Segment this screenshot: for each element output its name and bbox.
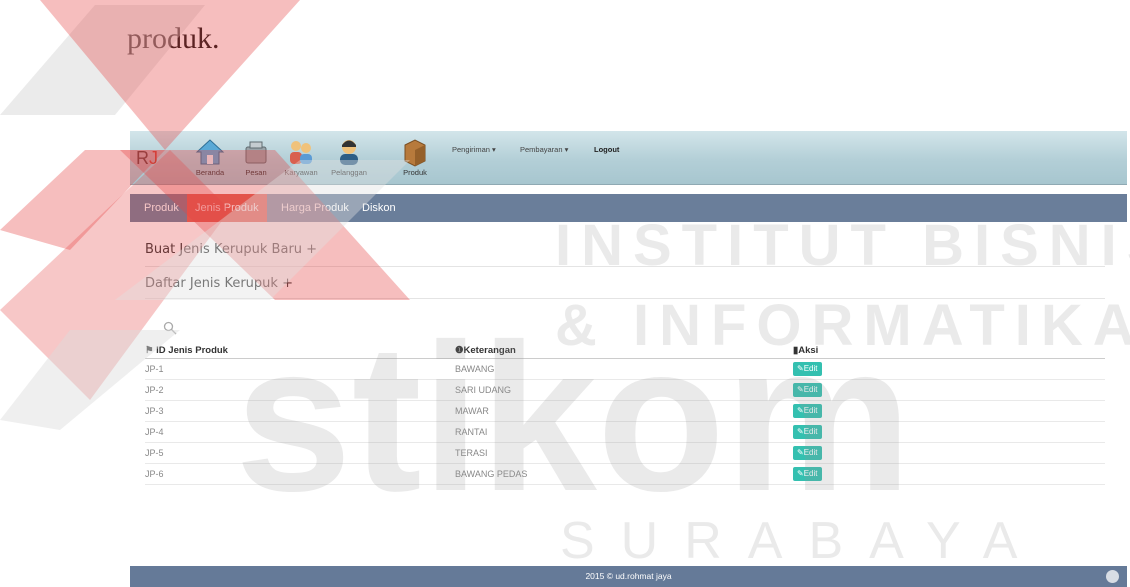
flag-icon: ⚑ bbox=[145, 345, 157, 356]
order-icon bbox=[245, 141, 267, 164]
cell-keterangan: TERASI bbox=[455, 442, 793, 464]
pencil-icon: ✎ bbox=[797, 364, 804, 373]
edit-label: Edit bbox=[803, 385, 818, 394]
footer: 2015 © ud.rohmat jaya bbox=[130, 566, 1127, 587]
cell-keterangan: RANTAI bbox=[455, 421, 793, 443]
product-box-icon bbox=[404, 139, 426, 167]
table-row: JP-4 RANTAI ✎Edit bbox=[145, 421, 1105, 443]
edit-label: Edit bbox=[803, 364, 818, 373]
edit-label: Edit bbox=[803, 469, 818, 478]
table-row: JP-5 TERASI ✎Edit bbox=[145, 442, 1105, 464]
cell-keterangan: BAWANG PEDAS bbox=[455, 463, 793, 485]
table-row: JP-1 BAWANG ✎Edit bbox=[145, 358, 1105, 380]
jenis-produk-table: ⚑ ID Jenis Produk ❶Keterangan ▮Aksi JP-1… bbox=[145, 343, 1105, 485]
edit-button[interactable]: ✎Edit bbox=[793, 425, 822, 439]
brand-logo[interactable]: RJ bbox=[136, 148, 158, 169]
logout-link[interactable]: Logout bbox=[594, 145, 619, 154]
edit-label: Edit bbox=[803, 448, 818, 457]
employees-icon bbox=[290, 141, 312, 164]
create-jenis-link[interactable]: Buat Jenis Kerupuk Baru + bbox=[145, 242, 317, 257]
nav-produk[interactable]: Produk bbox=[387, 135, 443, 181]
pencil-icon: ✎ bbox=[797, 406, 804, 415]
cell-id: JP-6 bbox=[145, 463, 455, 485]
pencil-icon: ✎ bbox=[797, 385, 804, 394]
edit-button[interactable]: ✎Edit bbox=[793, 467, 822, 481]
tab-diskon[interactable]: Diskon bbox=[354, 194, 404, 222]
cell-id: JP-1 bbox=[145, 358, 455, 380]
pembayaran-dropdown[interactable]: Pembayaran ▾ bbox=[520, 145, 568, 154]
col-header-label: Keterangan bbox=[463, 345, 516, 356]
col-header-label: ID Jenis Produk bbox=[156, 345, 228, 356]
cell-id: JP-5 bbox=[145, 442, 455, 464]
edit-button[interactable]: ✎Edit bbox=[793, 446, 822, 460]
table-row: JP-6 BAWANG PEDAS ✎Edit bbox=[145, 463, 1105, 485]
pencil-icon: ✎ bbox=[797, 469, 804, 478]
cell-keterangan: MAWAR bbox=[455, 400, 793, 422]
app-header: RJ Beranda Pesan Karyawan Pelanggan Prod… bbox=[130, 131, 1127, 185]
cell-id: JP-4 bbox=[145, 421, 455, 443]
cell-id: JP-2 bbox=[145, 379, 455, 401]
nav-pelanggan[interactable]: Pelanggan bbox=[321, 135, 377, 181]
main-content: Buat Jenis Kerupuk Baru + Daftar Jenis K… bbox=[130, 226, 1127, 556]
pencil-icon: ✎ bbox=[797, 448, 804, 457]
col-header-label: Aksi bbox=[798, 345, 819, 356]
product-subnav: Produk Jenis Produk Harga Produk Diskon bbox=[130, 194, 1127, 222]
edit-button[interactable]: ✎Edit bbox=[793, 383, 822, 397]
cell-id: JP-3 bbox=[145, 400, 455, 422]
info-icon: ❶ bbox=[455, 345, 464, 356]
col-header-aksi: ▮Aksi bbox=[793, 343, 1105, 359]
tab-produk[interactable]: Produk bbox=[136, 194, 187, 222]
table-row: JP-2 SARI UDANG ✎Edit bbox=[145, 379, 1105, 401]
nav-label: Pelanggan bbox=[331, 168, 367, 177]
nav-label: Produk bbox=[403, 168, 427, 177]
table-row: JP-3 MAWAR ✎Edit bbox=[145, 400, 1105, 422]
cell-keterangan: BAWANG bbox=[455, 358, 793, 380]
edit-button[interactable]: ✎Edit bbox=[793, 404, 822, 418]
col-header-id[interactable]: ⚑ ID Jenis Produk bbox=[145, 343, 455, 359]
edit-button[interactable]: ✎Edit bbox=[793, 362, 822, 376]
brand-letter: R bbox=[136, 148, 149, 168]
daftar-jenis-link[interactable]: Daftar Jenis Kerupuk + bbox=[145, 276, 293, 291]
search-icon[interactable] bbox=[163, 321, 177, 335]
pencil-icon: ✎ bbox=[797, 427, 804, 436]
document-caption-text: produk. bbox=[127, 22, 220, 55]
footer-copyright: 2015 © ud.rohmat jaya bbox=[585, 571, 672, 581]
col-header-keterangan[interactable]: ❶Keterangan bbox=[455, 343, 793, 359]
home-icon bbox=[195, 139, 225, 165]
divider bbox=[145, 298, 1105, 299]
tab-jenis-produk[interactable]: Jenis Produk bbox=[187, 194, 267, 222]
brand-letter-accent: J bbox=[149, 148, 158, 168]
divider bbox=[145, 266, 1105, 267]
customer-icon bbox=[340, 140, 358, 165]
edit-label: Edit bbox=[803, 406, 818, 415]
cell-keterangan: SARI UDANG bbox=[455, 379, 793, 401]
scroll-top-button[interactable] bbox=[1106, 570, 1119, 583]
tab-harga-produk[interactable]: Harga Produk bbox=[273, 194, 357, 222]
pengiriman-dropdown[interactable]: Pengiriman ▾ bbox=[452, 145, 496, 154]
edit-label: Edit bbox=[803, 427, 818, 436]
